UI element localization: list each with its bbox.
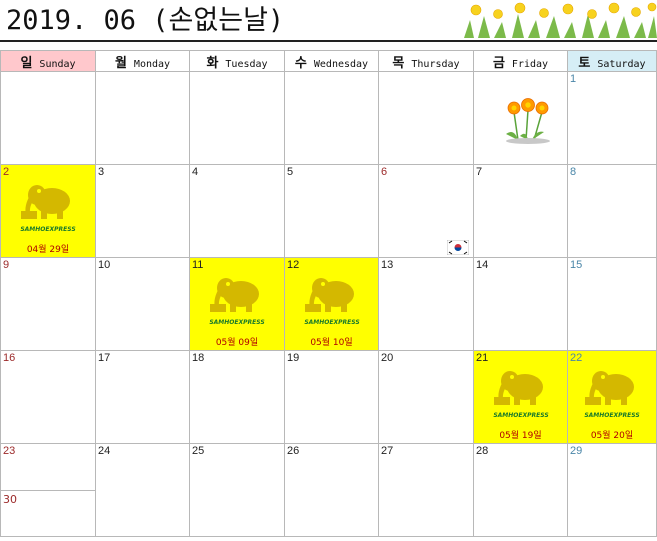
date-number: 15	[570, 259, 583, 271]
day-cell[interactable]: 25	[189, 443, 285, 537]
date-number: 24	[98, 445, 111, 457]
weekday-header-monday: 월 Monday	[95, 50, 190, 72]
cell-divider	[1, 490, 95, 491]
date-number: 8	[570, 166, 577, 178]
svg-text:SAMHOEXPRESS: SAMHOEXPRESS	[584, 412, 639, 419]
date-number: 17	[98, 352, 111, 364]
day-cell-empty	[378, 71, 474, 165]
day-cell[interactable]: 13	[378, 257, 474, 351]
flower-border-icon	[464, 2, 657, 38]
day-cell-highlighted[interactable]: 22 SAMHOEXPRESS 05월 20일	[567, 350, 657, 444]
day-cell[interactable]: 6	[378, 164, 474, 258]
elephant-logo-icon: SAMHOEXPRESS	[1, 177, 95, 239]
day-cell-highlighted[interactable]: 12 SAMHOEXPRESS 05월 10일	[284, 257, 379, 351]
elephant-logo-icon: SAMHOEXPRESS	[568, 363, 656, 425]
day-cell-empty	[284, 71, 379, 165]
date-number: 3	[98, 166, 105, 178]
date-number: 7	[476, 166, 483, 178]
lunar-date: 05월 20일	[590, 431, 634, 441]
lunar-date: 05월 19일	[499, 431, 542, 441]
day-cell[interactable]: 17	[95, 350, 190, 444]
day-cell-empty	[189, 71, 285, 165]
day-cell[interactable]: 1	[567, 71, 657, 165]
korean-flag-icon	[447, 240, 469, 255]
date-number: 18	[192, 352, 205, 364]
page-title: 2019. 06 (손없는날)	[6, 5, 285, 36]
date-number: 28	[476, 445, 489, 457]
date-number: 6	[381, 166, 388, 178]
date-number: 20	[381, 352, 394, 364]
calendar-grid: 일 Sunday 월 Monday 화 Tuesday 수 Wednesday 목 Thu…	[0, 50, 657, 537]
day-cell-empty	[0, 71, 96, 165]
weekday-header-friday: 금 Friday	[473, 50, 568, 72]
day-cell[interactable]: 24	[95, 443, 190, 537]
dandelion-icon	[506, 98, 550, 144]
date-number: 5	[287, 166, 294, 178]
day-cell[interactable]: 3	[95, 164, 190, 258]
day-cell[interactable]: 19	[284, 350, 379, 444]
date-number: 4	[192, 166, 199, 178]
week-row: 9 10 11 SAMHOEXPRESS 05월 09일 12 SAMHOEXP…	[0, 257, 657, 351]
day-cell[interactable]: 9	[0, 257, 96, 351]
day-cell[interactable]: 20	[378, 350, 474, 444]
date-number: 14	[476, 259, 489, 271]
day-cell[interactable]: 10	[95, 257, 190, 351]
day-cell[interactable]: 16	[0, 350, 96, 444]
elephant-logo-icon: SAMHOEXPRESS	[285, 270, 378, 332]
svg-text:SAMHOEXPRESS: SAMHOEXPRESS	[20, 226, 75, 233]
day-cell-empty	[95, 71, 190, 165]
date-number: 29	[570, 445, 583, 457]
day-cell[interactable]: 27	[378, 443, 474, 537]
week-row: 1	[0, 71, 657, 165]
weekday-header-row: 일 Sunday 월 Monday 화 Tuesday 수 Wednesday 목 Thu…	[0, 50, 657, 72]
day-cell-empty	[473, 71, 568, 165]
week-row: 2 SAMHOEXPRESS 04월 29일 3 4 5 6 7 8	[0, 164, 657, 258]
day-cell[interactable]: 8	[567, 164, 657, 258]
day-cell[interactable]: 4	[189, 164, 285, 258]
day-cell[interactable]: 14	[473, 257, 568, 351]
weekday-header-tuesday: 화 Tuesday	[189, 50, 285, 72]
week-row: 16 17 18 19 20 21 SAMHOEXPRESS 05월 19일 2…	[0, 350, 657, 444]
date-number: 13	[381, 259, 394, 271]
weekday-header-saturday: 토 Saturday	[567, 50, 657, 72]
date-number: 23	[3, 445, 16, 457]
day-cell-highlighted[interactable]: 11 SAMHOEXPRESS 05월 09일	[189, 257, 285, 351]
day-cell-highlighted[interactable]: 2 SAMHOEXPRESS 04월 29일	[0, 164, 96, 258]
date-number: 27	[381, 445, 394, 457]
day-cell[interactable]: 15	[567, 257, 657, 351]
weekday-header-wednesday: 수 Wednesday	[284, 50, 379, 72]
title-divider	[0, 40, 657, 42]
day-cell[interactable]: 28	[473, 443, 568, 537]
day-cell[interactable]: 18	[189, 350, 285, 444]
date-number: 26	[287, 445, 300, 457]
svg-text:SAMHOEXPRESS: SAMHOEXPRESS	[493, 412, 548, 419]
day-cell[interactable]: 7	[473, 164, 568, 258]
date-number: 30	[3, 493, 17, 506]
lunar-date: 04월 29일	[26, 245, 70, 255]
date-number: 9	[3, 259, 10, 271]
day-cell[interactable]: 29	[567, 443, 657, 537]
lunar-date: 05월 10일	[310, 338, 353, 348]
weekday-header-sunday: 일 Sunday	[0, 50, 96, 72]
svg-text:SAMHOEXPRESS: SAMHOEXPRESS	[209, 319, 264, 326]
week-row: 23 30 24 25 26 27 28 29	[0, 443, 657, 537]
elephant-logo-icon: SAMHOEXPRESS	[474, 363, 567, 425]
day-cell-split[interactable]: 23 30	[0, 443, 96, 537]
day-cell[interactable]: 5	[284, 164, 379, 258]
lunar-date: 05월 09일	[215, 338, 259, 348]
date-number: 1	[570, 73, 577, 85]
elephant-logo-icon: SAMHOEXPRESS	[190, 270, 284, 332]
svg-text:SAMHOEXPRESS: SAMHOEXPRESS	[304, 319, 359, 326]
weekday-header-thursday: 목 Thursday	[378, 50, 474, 72]
day-cell[interactable]: 26	[284, 443, 379, 537]
date-number: 25	[192, 445, 205, 457]
date-number: 19	[287, 352, 300, 364]
date-number: 10	[98, 259, 111, 271]
date-number: 16	[3, 352, 16, 364]
day-cell-highlighted[interactable]: 21 SAMHOEXPRESS 05월 19일	[473, 350, 568, 444]
